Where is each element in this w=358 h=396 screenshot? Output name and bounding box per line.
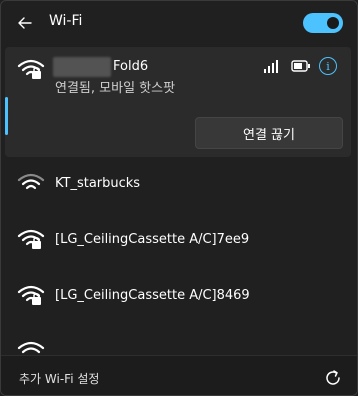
header: Wi-Fi [1, 1, 357, 45]
connection-status: 연결됨, 모바일 핫스팟 [55, 81, 176, 96]
redacted-network-name [53, 57, 111, 77]
network-name: KT_starbucks [55, 176, 141, 191]
battery-icon [291, 60, 310, 72]
wifi-icon [17, 173, 45, 190]
more-wifi-settings-link[interactable]: 추가 Wi-Fi 설정 [19, 370, 99, 387]
wifi-toggle[interactable] [303, 13, 343, 33]
disconnect-button[interactable]: 연결 끊기 [195, 117, 343, 149]
page-title: Wi-Fi [49, 13, 83, 29]
signal-bars-icon [264, 60, 278, 73]
selection-indicator [5, 97, 8, 135]
network-row[interactable]: [LG_CeilingCassette A/C]7ee9 [5, 215, 351, 265]
wifi-locked-icon [17, 341, 45, 354]
network-row[interactable]: KT_starbucks [5, 159, 351, 209]
wifi-locked-icon [17, 59, 45, 79]
back-arrow-icon [18, 17, 32, 29]
network-name: [LG_CeilingCassette A/C]8469 [55, 288, 250, 303]
wifi-locked-icon [17, 229, 45, 249]
network-row[interactable] [5, 327, 351, 355]
wifi-locked-icon [17, 285, 45, 305]
network-row[interactable]: [LG_CeilingCassette A/C]8469 [5, 271, 351, 321]
info-icon[interactable]: i [319, 57, 337, 75]
back-button[interactable] [13, 11, 37, 35]
active-network-name: Fold6 [113, 59, 149, 74]
refresh-icon[interactable] [323, 368, 343, 388]
network-name: [LG_CeilingCassette A/C]7ee9 [55, 232, 250, 247]
footer: 추가 Wi-Fi 설정 [1, 355, 357, 395]
toggle-knob [327, 17, 339, 29]
wifi-panel: Wi-Fi Fold6 연결됨, 모바일 핫스팟 i 연결 끊기 KT_star… [0, 0, 358, 396]
